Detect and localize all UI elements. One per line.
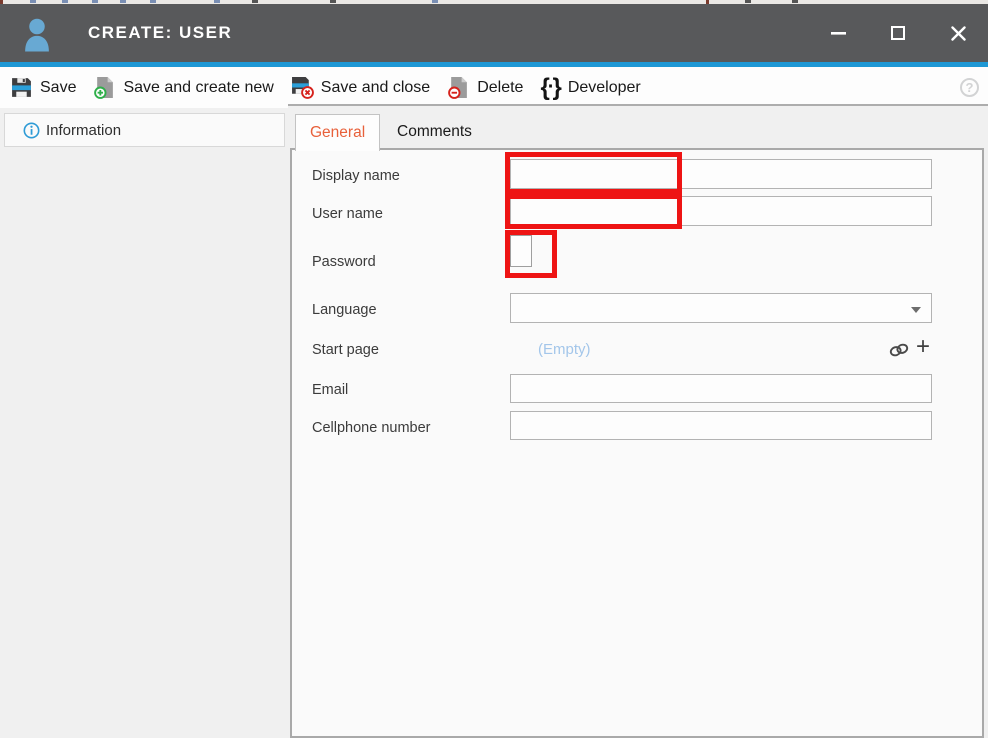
- maximize-icon: [891, 26, 905, 40]
- delete-label: Delete: [477, 79, 523, 97]
- email-input[interactable]: [510, 374, 932, 403]
- start-page-value[interactable]: (Empty): [538, 341, 591, 358]
- help-icon[interactable]: ?: [960, 78, 979, 97]
- save-create-new-icon: [93, 76, 116, 99]
- person-icon: [22, 16, 52, 52]
- developer-label: Developer: [568, 79, 641, 97]
- sidebar: Information: [0, 108, 288, 738]
- annotation-rect-display-name: [505, 152, 682, 194]
- link-icon[interactable]: [888, 340, 910, 360]
- save-button[interactable]: Save: [10, 71, 76, 105]
- save-and-create-new-label: Save and create new: [123, 79, 273, 97]
- email-label: Email: [312, 382, 348, 398]
- start-page-label: Start page: [312, 342, 379, 358]
- password-label: Password: [312, 254, 376, 270]
- save-and-create-new-button[interactable]: Save and create new: [93, 71, 273, 105]
- delete-button[interactable]: Delete: [447, 71, 523, 105]
- save-icon: [10, 76, 33, 99]
- window-title: CREATE: USER: [88, 4, 232, 62]
- save-and-close-label: Save and close: [321, 79, 430, 97]
- close-button[interactable]: [928, 4, 988, 62]
- minimize-icon: [831, 32, 846, 35]
- save-label: Save: [40, 79, 76, 97]
- toolbar: Save Save and create new Save and close: [0, 67, 988, 108]
- close-icon: [951, 26, 966, 41]
- tab-general[interactable]: General: [295, 114, 380, 151]
- sidebar-item-information[interactable]: Information: [4, 113, 285, 147]
- language-label: Language: [312, 302, 377, 318]
- developer-icon: {·}: [540, 77, 560, 99]
- delete-icon: [447, 76, 470, 99]
- info-icon: [23, 122, 40, 139]
- save-and-close-button[interactable]: Save and close: [291, 71, 430, 105]
- add-icon[interactable]: +: [916, 334, 930, 360]
- cellphone-number-input[interactable]: [510, 411, 932, 440]
- annotation-rect-user-name: [505, 194, 682, 229]
- tab-comments[interactable]: Comments: [383, 114, 486, 149]
- chevron-down-icon: [911, 307, 921, 313]
- save-close-icon: [291, 76, 314, 99]
- maximize-button[interactable]: [868, 4, 928, 62]
- main-area: General Comments Display name User name …: [288, 104, 988, 738]
- annotation-rect-password: [505, 230, 557, 278]
- sidebar-item-label: Information: [46, 122, 121, 139]
- language-dropdown[interactable]: [510, 293, 932, 323]
- minimize-button[interactable]: [808, 4, 868, 62]
- user-name-label: User name: [312, 206, 383, 222]
- display-name-label: Display name: [312, 168, 400, 184]
- titlebar: CREATE: USER: [0, 4, 988, 62]
- general-tab-content: Display name User name Password Language…: [290, 148, 984, 738]
- developer-button[interactable]: {·} Developer: [540, 71, 640, 105]
- cellphone-number-label: Cellphone number: [312, 420, 431, 436]
- create-user-window: CREATE: USER Save: [0, 0, 988, 738]
